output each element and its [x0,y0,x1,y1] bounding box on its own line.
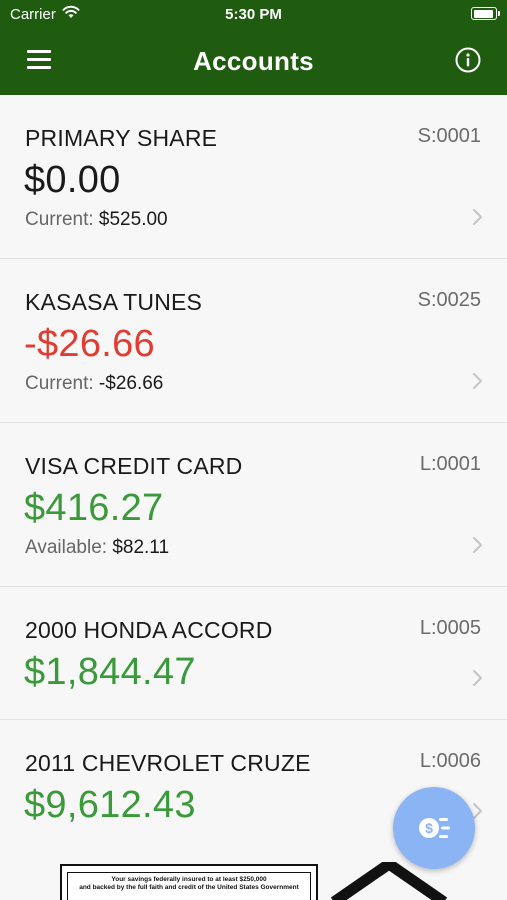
accounts-list: PRIMARY SHARE S:0001 $0.00 Current: $525… [0,95,507,853]
sub-balance-label: Current: [25,373,94,394]
chevron-right-icon [473,537,482,553]
account-sub-balance: Current: $525.00 [25,209,168,231]
account-balance: -$26.66 [24,323,155,365]
fdic-notice: Your savings federally insured to at lea… [67,872,311,900]
account-id: L:0005 [419,617,481,639]
info-circle-icon[interactable] [455,47,481,73]
account-name: KASASA TUNES [25,289,203,315]
svg-text:$: $ [425,820,433,836]
account-balance: $9,612.43 [24,784,196,826]
fdic-text-line2: and backed by the full faith and credit … [79,884,299,891]
account-id: S:0001 [417,125,481,147]
sub-balance-label: Available: [25,537,108,558]
account-row-kasasa-tunes[interactable]: KASASA TUNES S:0025 -$26.66 Current: -$2… [0,259,507,423]
account-id: L:0006 [419,750,481,772]
account-name: PRIMARY SHARE [25,125,218,151]
fdic-text-line1: Your savings federally insured to at lea… [111,876,267,883]
account-row-primary-share[interactable]: PRIMARY SHARE S:0001 $0.00 Current: $525… [0,95,507,259]
account-name: 2000 HONDA ACCORD [25,617,273,643]
account-balance: $416.27 [24,487,164,529]
money-transfer-icon: $ [419,818,450,838]
status-bar: Carrier 5:30 PM [0,0,507,28]
sub-balance-value: -$26.66 [98,373,164,394]
account-balance: $0.00 [24,159,121,201]
account-name: 2011 CHEVROLET CRUZE [25,750,311,776]
app-header: Carrier 5:30 PM Accounts [0,0,507,95]
chevron-right-icon [473,373,482,389]
account-id: L:0001 [419,453,481,475]
account-name: VISA CREDIT CARD [25,453,243,479]
account-sub-balance: Current: -$26.66 [25,373,163,395]
page-title: Accounts [193,46,314,76]
status-time: 5:30 PM [225,6,282,23]
sub-balance-value: $82.11 [112,537,170,558]
battery-icon [471,7,500,20]
account-row-visa-credit-card[interactable]: VISA CREDIT CARD L:0001 $416.27 Availabl… [0,423,507,587]
money-transfer-button[interactable]: $ [393,787,475,869]
sub-balance-label: Current: [25,209,94,230]
account-balance: $1,844.47 [24,651,196,693]
chevron-right-icon [473,670,482,686]
account-sub-balance: Available: $82.11 [25,537,169,559]
account-id: S:0025 [417,289,481,311]
sub-balance-value: $525.00 [98,209,168,230]
account-row-2000-honda-accord[interactable]: 2000 HONDA ACCORD L:0005 $1,844.47 [0,587,507,720]
fdic-insurance-banner: Your savings federally insured to at lea… [60,864,318,900]
chevron-right-icon [473,209,482,225]
